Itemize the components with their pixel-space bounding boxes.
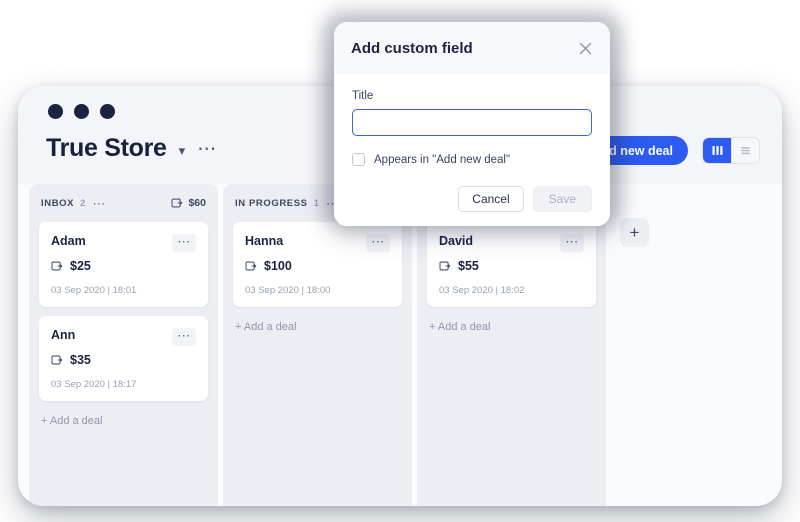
board-column-inbox: INBOX 2 ⋯ $60 Adam ⋯ $25 03 Sep 2020 | 1… <box>29 184 218 506</box>
board-view-icon[interactable] <box>703 138 731 163</box>
card-more-icon[interactable]: ⋯ <box>172 328 196 346</box>
card-date: 03 Sep 2020 | 18:01 <box>51 285 137 296</box>
column-title: INBOX <box>41 197 75 209</box>
card-amount-value: $100 <box>264 259 292 273</box>
card-more-icon[interactable]: ⋯ <box>366 234 390 252</box>
title-input[interactable] <box>352 109 592 136</box>
screenshot-stage: True Store ▾ ⋯ + Add new deal INBOX 2 ⋯ … <box>0 0 800 522</box>
column-header: INBOX 2 ⋯ $60 <box>39 184 208 222</box>
brand-row: True Store ▾ ⋯ <box>46 134 217 163</box>
view-toggle <box>702 137 760 164</box>
page-title: True Store <box>46 134 167 162</box>
card-title: Hanna <box>245 234 284 248</box>
card-title: Ann <box>51 328 76 342</box>
card-date: 03 Sep 2020 | 18:02 <box>439 285 525 296</box>
card-date: 03 Sep 2020 | 18:00 <box>245 285 331 296</box>
board-column-in-progress: IN PROGRESS 1 ⋯ Hanna ⋯ $100 03 Sep 2020… <box>223 184 412 506</box>
window-maximize-dot[interactable] <box>100 104 115 119</box>
column-sum-value: $60 <box>188 197 206 209</box>
window-minimize-dot[interactable] <box>74 104 89 119</box>
board-column-third: David ⋯ $55 03 Sep 2020 | 18:02 + Add a … <box>417 184 606 506</box>
wallet-icon <box>51 355 63 365</box>
card-title: David <box>439 234 474 248</box>
cancel-button[interactable]: Cancel <box>458 186 524 212</box>
board-more-icon[interactable]: ⋯ <box>197 139 217 159</box>
dialog-header: Add custom field <box>334 22 610 74</box>
card-more-icon[interactable]: ⋯ <box>172 234 196 252</box>
close-icon[interactable] <box>578 41 593 56</box>
appears-in-checkbox-label: Appears in "Add new deal" <box>374 153 511 166</box>
appears-in-checkbox[interactable] <box>352 153 365 166</box>
column-count: 2 <box>80 197 86 209</box>
card-header: Ann ⋯ <box>51 328 196 346</box>
dialog-title: Add custom field <box>351 39 473 57</box>
window-controls <box>48 104 115 119</box>
card-more-icon[interactable]: ⋯ <box>560 234 584 252</box>
title-field-label: Title <box>352 90 374 102</box>
add-a-deal-button[interactable]: + Add a deal <box>427 316 596 345</box>
add-custom-field-dialog: Add custom field Title Appears in "Add n… <box>334 22 610 226</box>
column-title: IN PROGRESS <box>235 197 308 209</box>
card-amount-value: $55 <box>458 259 479 273</box>
wallet-icon <box>245 261 257 271</box>
list-view-icon[interactable] <box>731 138 759 163</box>
card-amount: $100 <box>245 259 390 273</box>
column-more-icon[interactable]: ⋯ <box>92 197 106 210</box>
kanban-board: INBOX 2 ⋯ $60 Adam ⋯ $25 03 Sep 2020 | 1… <box>18 184 782 506</box>
card-title: Adam <box>51 234 86 248</box>
column-count: 1 <box>313 197 319 209</box>
window-close-dot[interactable] <box>48 104 63 119</box>
dialog-body: Title Appears in "Add new deal" Cancel S… <box>334 74 610 226</box>
deal-card[interactable]: Ann ⋯ $35 03 Sep 2020 | 18:17 <box>39 316 208 401</box>
wallet-icon <box>51 261 63 271</box>
deal-card[interactable]: Hanna ⋯ $100 03 Sep 2020 | 18:00 <box>233 222 402 307</box>
chevron-down-icon[interactable]: ▾ <box>179 140 186 157</box>
add-column-button[interactable]: + <box>620 218 649 247</box>
deal-card[interactable]: David ⋯ $55 03 Sep 2020 | 18:02 <box>427 222 596 307</box>
dialog-actions: Cancel Save <box>352 186 592 212</box>
card-header: Hanna ⋯ <box>245 234 390 252</box>
card-amount: $25 <box>51 259 196 273</box>
card-header: Adam ⋯ <box>51 234 196 252</box>
card-amount-value: $25 <box>70 259 91 273</box>
add-a-deal-button[interactable]: + Add a deal <box>39 410 208 439</box>
card-amount: $35 <box>51 353 196 367</box>
card-amount: $55 <box>439 259 584 273</box>
wallet-icon <box>439 261 451 271</box>
card-date: 03 Sep 2020 | 18:17 <box>51 379 137 390</box>
appears-in-checkbox-row: Appears in "Add new deal" <box>352 153 592 166</box>
card-header: David ⋯ <box>439 234 584 252</box>
column-sum: $60 <box>171 197 206 209</box>
card-amount-value: $35 <box>70 353 91 367</box>
save-button[interactable]: Save <box>532 186 592 212</box>
deal-card[interactable]: Adam ⋯ $25 03 Sep 2020 | 18:01 <box>39 222 208 307</box>
wallet-icon <box>171 198 183 208</box>
add-a-deal-button[interactable]: + Add a deal <box>233 316 402 345</box>
